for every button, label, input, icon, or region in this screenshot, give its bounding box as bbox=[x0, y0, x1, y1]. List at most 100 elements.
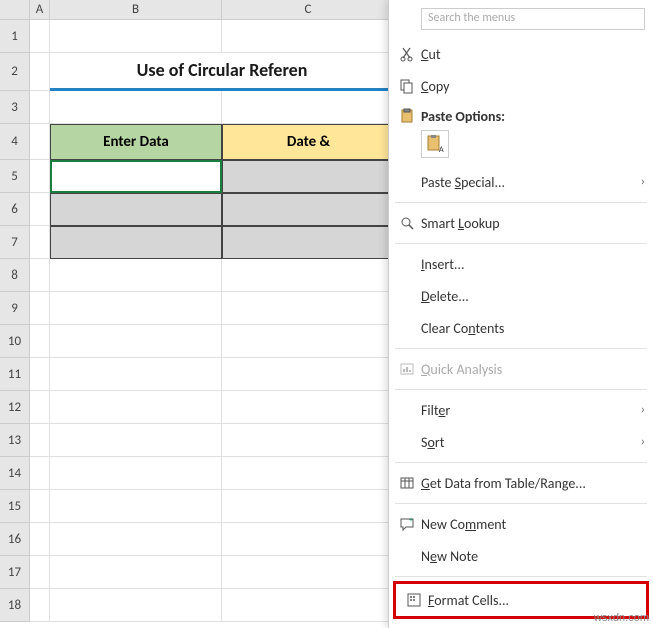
cell-c17[interactable] bbox=[222, 556, 395, 589]
row-header-6[interactable]: 6 bbox=[0, 193, 30, 226]
menu-cut[interactable]: Cut bbox=[389, 38, 653, 70]
cell-b8[interactable] bbox=[50, 259, 222, 292]
row-header-8[interactable]: 8 bbox=[0, 259, 30, 292]
cell-b10[interactable] bbox=[50, 325, 222, 358]
cell-a4[interactable] bbox=[30, 124, 50, 160]
cell-b9[interactable] bbox=[50, 292, 222, 325]
cell-a3[interactable] bbox=[30, 91, 50, 124]
cell-c10[interactable] bbox=[222, 325, 395, 358]
menu-new-note[interactable]: New Note bbox=[389, 540, 653, 572]
cell-a11[interactable] bbox=[30, 358, 50, 391]
row-header-16[interactable]: 16 bbox=[0, 523, 30, 556]
cell-b15[interactable] bbox=[50, 490, 222, 523]
cell-a6[interactable] bbox=[30, 193, 50, 226]
cell-c15[interactable] bbox=[222, 490, 395, 523]
cell-c11[interactable] bbox=[222, 358, 395, 391]
row-header-3[interactable]: 3 bbox=[0, 91, 30, 124]
menu-separator bbox=[395, 202, 647, 203]
cell-c12[interactable] bbox=[222, 391, 395, 424]
cell-c9[interactable] bbox=[222, 292, 395, 325]
row-header-10[interactable]: 10 bbox=[0, 325, 30, 358]
row-header-14[interactable]: 14 bbox=[0, 457, 30, 490]
cell-a2[interactable] bbox=[30, 53, 50, 91]
copy-icon bbox=[393, 78, 421, 94]
cell-b14[interactable] bbox=[50, 457, 222, 490]
row-header-4[interactable]: 4 bbox=[0, 124, 30, 160]
menu-insert[interactable]: Insert... bbox=[389, 248, 653, 280]
cell-b3[interactable] bbox=[50, 91, 222, 124]
menu-clear-contents[interactable]: Clear Contents bbox=[389, 312, 653, 344]
row-header-1[interactable]: 1 bbox=[0, 20, 30, 53]
cell-c14[interactable] bbox=[222, 457, 395, 490]
menu-get-data[interactable]: Get Data from Table/Range... bbox=[389, 467, 653, 499]
row-header-2[interactable]: 2 bbox=[0, 53, 30, 91]
cell-b16[interactable] bbox=[50, 523, 222, 556]
cell-a9[interactable] bbox=[30, 292, 50, 325]
row-header-17[interactable]: 17 bbox=[0, 556, 30, 589]
select-all-corner[interactable] bbox=[0, 0, 30, 19]
cell-a7[interactable] bbox=[30, 226, 50, 259]
col-header-a[interactable]: A bbox=[30, 0, 50, 19]
cell-c5[interactable] bbox=[222, 160, 395, 193]
menu-separator bbox=[395, 348, 647, 349]
cell-a1[interactable] bbox=[30, 20, 50, 53]
row-header-18[interactable]: 18 bbox=[0, 589, 30, 622]
cell-a8[interactable] bbox=[30, 259, 50, 292]
header-enter-data[interactable]: Enter Data bbox=[50, 124, 222, 160]
menu-smart-lookup[interactable]: Smart Lookup bbox=[389, 207, 653, 239]
cell-a10[interactable] bbox=[30, 325, 50, 358]
chevron-right-icon: › bbox=[641, 435, 645, 449]
svg-text:A: A bbox=[439, 145, 444, 154]
cell-c8[interactable] bbox=[222, 259, 395, 292]
row-header-13[interactable]: 13 bbox=[0, 424, 30, 457]
cell-c3[interactable] bbox=[222, 91, 395, 124]
menu-search-input[interactable]: Search the menus bbox=[421, 8, 645, 30]
cell-c16[interactable] bbox=[222, 523, 395, 556]
cell-a13[interactable] bbox=[30, 424, 50, 457]
row-header-15[interactable]: 15 bbox=[0, 490, 30, 523]
menu-delete[interactable]: Delete... bbox=[389, 280, 653, 312]
cell-a18[interactable] bbox=[30, 589, 50, 622]
chevron-right-icon: › bbox=[641, 403, 645, 417]
header-date[interactable]: Date & bbox=[222, 124, 395, 160]
row-header-5[interactable]: 5 bbox=[0, 160, 30, 193]
paste-option-a[interactable]: A bbox=[421, 130, 449, 158]
cell-a16[interactable] bbox=[30, 523, 50, 556]
menu-quick-analysis: Quick Analysis bbox=[389, 353, 653, 385]
menu-paste-special[interactable]: Paste Special... › bbox=[389, 166, 653, 198]
cell-a17[interactable] bbox=[30, 556, 50, 589]
cell-c7[interactable] bbox=[222, 226, 395, 259]
menu-sort[interactable]: Sort › bbox=[389, 426, 653, 458]
cell-b18[interactable] bbox=[50, 589, 222, 622]
col-header-b[interactable]: B bbox=[50, 0, 222, 19]
cell-c6[interactable] bbox=[222, 193, 395, 226]
watermark: wsxdn.com bbox=[594, 612, 649, 624]
cell-c18[interactable] bbox=[222, 589, 395, 622]
menu-insert-label: Insert... bbox=[421, 256, 645, 273]
cell-a14[interactable] bbox=[30, 457, 50, 490]
cell-b13[interactable] bbox=[50, 424, 222, 457]
menu-new-comment[interactable]: + New Comment bbox=[389, 508, 653, 540]
row-header-11[interactable]: 11 bbox=[0, 358, 30, 391]
row-header-7[interactable]: 7 bbox=[0, 226, 30, 259]
cell-b5-selected[interactable] bbox=[50, 160, 222, 193]
cell-a12[interactable] bbox=[30, 391, 50, 424]
menu-cut-label: Cut bbox=[421, 46, 645, 63]
col-header-c[interactable]: C bbox=[222, 0, 395, 19]
cell-a15[interactable] bbox=[30, 490, 50, 523]
cell-b7[interactable] bbox=[50, 226, 222, 259]
menu-copy[interactable]: Copy bbox=[389, 70, 653, 102]
cell-c1[interactable] bbox=[222, 20, 395, 53]
cell-b6[interactable] bbox=[50, 193, 222, 226]
row-header-12[interactable]: 12 bbox=[0, 391, 30, 424]
cell-a5[interactable] bbox=[30, 160, 50, 193]
cell-b1[interactable] bbox=[50, 20, 222, 53]
cell-b12[interactable] bbox=[50, 391, 222, 424]
cell-b11[interactable] bbox=[50, 358, 222, 391]
search-icon bbox=[393, 215, 421, 231]
menu-filter[interactable]: Filter › bbox=[389, 394, 653, 426]
cell-b17[interactable] bbox=[50, 556, 222, 589]
row-header-9[interactable]: 9 bbox=[0, 292, 30, 325]
cell-c13[interactable] bbox=[222, 424, 395, 457]
title-cell[interactable]: Use of Circular Referen bbox=[50, 53, 395, 91]
